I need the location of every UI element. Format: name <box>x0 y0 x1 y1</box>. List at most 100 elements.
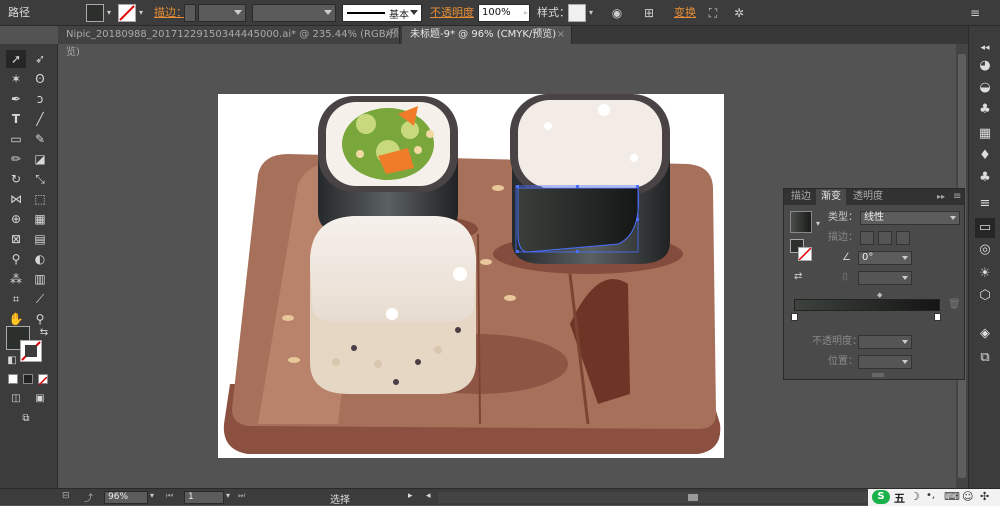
stroke-gradient-option-1[interactable] <box>860 231 874 245</box>
align-icon[interactable]: ⊞ <box>640 4 658 22</box>
gradient-stop-left[interactable] <box>791 313 798 321</box>
transform-label[interactable]: 变换 <box>674 4 696 22</box>
collapse-icon[interactable]: ◂◂ <box>975 38 995 58</box>
symbols-icon[interactable]: ♣ <box>975 100 995 120</box>
gradient-slider[interactable] <box>794 299 940 311</box>
status-menu-arrow-icon[interactable]: ▸ <box>408 491 413 501</box>
none-mode-icon[interactable] <box>38 374 48 386</box>
transparency-panel-icon[interactable]: ◎ <box>975 240 995 260</box>
artboard-dropdown-icon[interactable]: ▾ <box>226 491 230 500</box>
layers-icon[interactable]: ◈ <box>975 324 995 344</box>
scrollbar-thumb[interactable] <box>688 494 698 501</box>
gradient-preset-dropdown-icon[interactable]: ▾ <box>816 219 820 228</box>
variable-width-dropdown[interactable] <box>252 4 336 22</box>
stop-opacity-field[interactable] <box>858 335 912 349</box>
width-tool-icon[interactable]: ⋈ <box>6 190 26 208</box>
stroke-box[interactable] <box>798 247 812 261</box>
gradient-stop-right[interactable] <box>934 313 941 321</box>
settings-icon[interactable]: ✣ <box>980 490 989 503</box>
reverse-gradient-icon[interactable]: ⇄ <box>794 271 802 282</box>
paintbrush-tool-icon[interactable]: ✎ <box>30 130 50 148</box>
midpoint-diamond-icon[interactable]: ◆ <box>877 291 882 299</box>
close-icon[interactable]: × <box>385 26 393 44</box>
artboard-nav-icon[interactable]: ⊟ <box>62 491 76 503</box>
scale-tool-icon[interactable]: ⤡ <box>30 170 50 188</box>
recolor-icon[interactable]: ◉ <box>608 4 626 22</box>
graphic-styles-panel-icon[interactable]: ⬡ <box>975 286 995 306</box>
eyedropper-tool-icon[interactable]: ⚲ <box>6 250 26 268</box>
lasso-tool-icon[interactable]: ʘ <box>30 70 50 88</box>
zoom-dropdown[interactable]: 96% <box>104 491 148 504</box>
fill-dropdown-icon[interactable]: ▾ <box>104 4 114 22</box>
user-icon[interactable]: ☺ <box>962 490 973 503</box>
swap-colors-icon[interactable]: ⇆ <box>34 324 54 342</box>
pencil-tool-icon[interactable]: ✏ <box>6 150 26 168</box>
aspect-ratio-field[interactable] <box>858 271 912 285</box>
column-graph-tool-icon[interactable]: ▥ <box>30 270 50 288</box>
mesh-tool-icon[interactable]: ⊠ <box>6 230 26 248</box>
style-swatch[interactable] <box>568 4 586 22</box>
perspective-grid-tool-icon[interactable]: ▦ <box>30 210 50 228</box>
panel-menu-icon[interactable]: ≡ <box>966 4 984 22</box>
angle-field[interactable]: 0° <box>858 251 912 265</box>
pen-tool-icon[interactable]: ✒ <box>6 90 26 108</box>
curvature-tool-icon[interactable]: ↄ <box>30 90 50 108</box>
color-mode-icon[interactable] <box>8 374 18 384</box>
zoom-arrow-icon[interactable]: ▾ <box>150 491 160 500</box>
type-tool-icon[interactable]: T <box>6 110 26 128</box>
opacity-arrow-icon[interactable]: ▸ <box>521 4 531 22</box>
line-tool-icon[interactable]: ╱ <box>30 110 50 128</box>
tab-nipic-document[interactable]: Nipic_20180988_20171229150344445000.ai* … <box>58 26 400 58</box>
blend-tool-icon[interactable]: ◐ <box>30 250 50 268</box>
eraser-tool-icon[interactable]: ◪ <box>30 150 50 168</box>
color-panel-icon[interactable]: ◕ <box>975 56 995 76</box>
last-artboard-icon[interactable]: ⏭ <box>238 491 245 501</box>
free-transform-tool-icon[interactable]: ⬚ <box>30 190 50 208</box>
rectangle-tool-icon[interactable]: ▭ <box>6 130 26 148</box>
ime-logo-icon[interactable]: S <box>872 490 890 504</box>
stroke-swatch[interactable] <box>118 4 136 22</box>
stroke-gradient-option-2[interactable] <box>878 231 892 245</box>
rotate-tool-icon[interactable]: ↻ <box>6 170 26 188</box>
stroke-panel-icon[interactable]: ≡ <box>975 194 995 214</box>
stroke-color-box[interactable] <box>20 340 42 362</box>
stop-location-field[interactable] <box>858 355 912 369</box>
tab-untitled-document[interactable]: 未标题-9* @ 96% (CMYK/预览) × <box>402 26 572 44</box>
scroll-left-icon[interactable]: ◂ <box>426 491 431 501</box>
brushes-icon[interactable]: ♦ <box>975 146 995 166</box>
delete-stop-icon[interactable]: 🗑 <box>948 299 961 310</box>
magic-wand-tool-icon[interactable]: ✶ <box>6 70 26 88</box>
shape-builder-tool-icon[interactable]: ⊕ <box>6 210 26 228</box>
moon-icon[interactable]: ☽ <box>910 490 920 503</box>
symbol-sprayer-tool-icon[interactable]: ⁂ <box>6 270 26 288</box>
punctuation-icon[interactable]: •, <box>926 490 935 501</box>
draw-behind-icon[interactable]: ▣ <box>30 390 50 408</box>
artboard[interactable] <box>218 94 724 458</box>
ime-mode-label[interactable]: 五 <box>894 490 905 506</box>
graphic-styles-icon[interactable]: ♣ <box>975 168 995 188</box>
fill-swatch[interactable] <box>86 4 104 22</box>
gradient-thumbnail[interactable] <box>790 211 812 233</box>
artboard-tool-icon[interactable]: ⌗ <box>6 290 26 308</box>
stroke-weight-field[interactable] <box>198 4 246 22</box>
direct-selection-tool-icon[interactable]: ➶ <box>30 50 50 68</box>
style-dropdown-icon[interactable]: ▾ <box>586 4 596 22</box>
stroke-dropdown-icon[interactable]: ▾ <box>136 4 146 22</box>
share-icon[interactable]: ⤴ <box>84 491 98 504</box>
default-colors-icon[interactable]: ◧ <box>2 352 22 370</box>
selection-tool-icon[interactable]: ➚ <box>6 50 26 68</box>
panel-menu-icon[interactable]: ≡ <box>948 189 966 205</box>
appearance-icon[interactable]: ☀ <box>975 264 995 284</box>
artboards-icon[interactable]: ⧉ <box>975 348 995 368</box>
color-guide-icon[interactable]: ◒ <box>975 78 995 98</box>
isolate-icon[interactable]: ⛶ <box>704 4 722 22</box>
keyboard-icon[interactable]: ⌨ <box>944 490 960 503</box>
opacity-label[interactable]: 不透明度 <box>430 4 474 22</box>
close-icon[interactable]: × <box>557 26 565 44</box>
tab-stroke[interactable]: 描边 <box>786 189 816 205</box>
artboard-number-field[interactable]: 1 <box>184 491 224 504</box>
gradient-mode-icon[interactable] <box>23 374 33 384</box>
stroke-label[interactable]: 描边： <box>154 4 187 22</box>
swatches-icon[interactable]: ▦ <box>975 124 995 144</box>
stroke-weight-stepper[interactable] <box>184 4 196 22</box>
